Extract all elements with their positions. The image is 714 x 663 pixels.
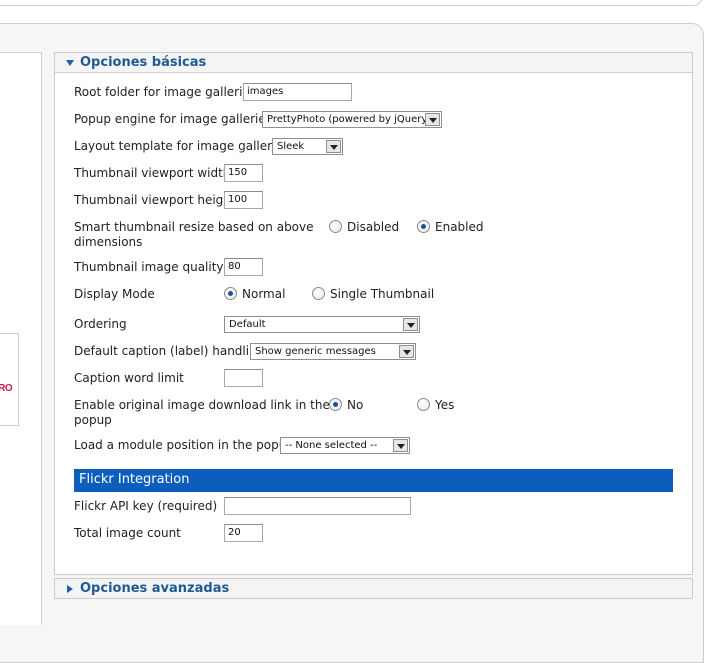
flickr-api-key-label: Flickr API key (required) bbox=[74, 499, 218, 513]
thumb-quality-label: Thumbnail image quality bbox=[74, 260, 224, 274]
basic-options-title: Opciones básicas bbox=[80, 55, 207, 70]
download-link-yes-radio[interactable] bbox=[417, 398, 430, 411]
top-panel bbox=[0, 0, 703, 6]
ordering-select[interactable]: Default bbox=[224, 316, 420, 333]
thumb-height-label: Thumbnail viewport height bbox=[74, 193, 236, 207]
chevron-down-icon[interactable] bbox=[393, 439, 408, 452]
smart-resize-label-line2: dimensions bbox=[74, 235, 143, 249]
smart-resize-label-line1: Smart thumbnail resize based on above bbox=[74, 220, 314, 234]
ordering-label: Ordering bbox=[74, 317, 127, 331]
basic-options-header[interactable]: Opciones básicas bbox=[54, 52, 693, 73]
advanced-options-header[interactable]: Opciones avanzadas bbox=[54, 578, 693, 599]
thumb-quality-input[interactable]: 80 bbox=[224, 258, 263, 276]
module-position-select[interactable]: -- None selected -- bbox=[280, 437, 410, 454]
smart-resize-enabled-label[interactable]: Enabled bbox=[435, 220, 484, 235]
caption-handling-value: Show generic messages bbox=[255, 346, 376, 357]
left-preview-card: PRO bbox=[0, 333, 19, 426]
popup-engine-select[interactable]: PrettyPhoto (powered by jQuery) bbox=[262, 111, 442, 128]
thumb-height-input[interactable]: 100 bbox=[224, 191, 263, 209]
display-mode-single-label[interactable]: Single Thumbnail bbox=[330, 287, 434, 302]
download-link-no-radio[interactable] bbox=[329, 398, 342, 411]
thumb-width-input[interactable]: 150 bbox=[224, 164, 263, 182]
download-link-no-label[interactable]: No bbox=[347, 398, 363, 413]
smart-resize-disabled-label[interactable]: Disabled bbox=[347, 220, 399, 235]
flickr-integration-heading: Flickr Integration bbox=[74, 469, 673, 492]
caption-handling-label: Default caption (label) handling bbox=[74, 344, 265, 358]
display-mode-normal-label[interactable]: Normal bbox=[242, 287, 285, 302]
layout-template-label: Layout template for image galleries bbox=[74, 139, 290, 153]
root-folder-label: Root folder for image galleries bbox=[74, 85, 257, 99]
download-link-label-line2: popup bbox=[74, 413, 112, 427]
display-mode-single-radio[interactable] bbox=[312, 287, 325, 300]
smart-resize-disabled-radio[interactable] bbox=[329, 220, 342, 233]
thumb-width-label: Thumbnail viewport width bbox=[74, 166, 231, 180]
ordering-value: Default bbox=[229, 319, 266, 330]
root-folder-input[interactable]: images bbox=[243, 83, 352, 101]
module-position-label: Load a module position in the popup bbox=[74, 438, 294, 452]
caption-limit-input[interactable] bbox=[224, 369, 263, 387]
triangle-right-icon bbox=[67, 585, 73, 593]
module-position-value: -- None selected -- bbox=[285, 440, 378, 451]
triangle-down-icon bbox=[66, 60, 74, 66]
chevron-down-icon[interactable] bbox=[403, 318, 418, 331]
total-image-count-label: Total image count bbox=[74, 526, 181, 540]
display-mode-label: Display Mode bbox=[74, 287, 155, 301]
caption-handling-select[interactable]: Show generic messages bbox=[250, 343, 416, 360]
layout-template-value: Sleek bbox=[277, 141, 305, 152]
display-mode-normal-radio[interactable] bbox=[224, 287, 237, 300]
popup-engine-value: PrettyPhoto (powered by jQuery) bbox=[267, 114, 432, 125]
layout-template-select[interactable]: Sleek bbox=[272, 138, 343, 155]
popup-engine-label: Popup engine for image galleries bbox=[74, 112, 272, 126]
smart-resize-enabled-radio[interactable] bbox=[417, 220, 430, 233]
flickr-api-key-input[interactable] bbox=[224, 497, 411, 515]
total-image-count-input[interactable]: 20 bbox=[224, 524, 263, 542]
preview-pro-text: PRO bbox=[0, 383, 13, 394]
caption-limit-label: Caption word limit bbox=[74, 371, 184, 385]
chevron-down-icon[interactable] bbox=[326, 140, 341, 153]
advanced-options-title: Opciones avanzadas bbox=[80, 581, 230, 596]
chevron-down-icon[interactable] bbox=[425, 113, 440, 126]
download-link-label-line1: Enable original image download link in t… bbox=[74, 398, 330, 412]
download-link-yes-label[interactable]: Yes bbox=[435, 398, 454, 413]
chevron-down-icon[interactable] bbox=[399, 345, 414, 358]
